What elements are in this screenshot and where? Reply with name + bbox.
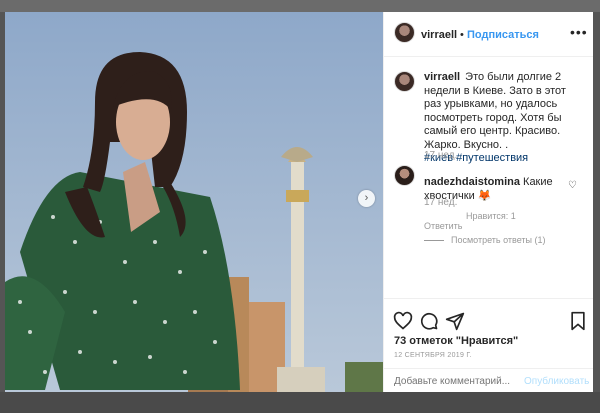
comment-icon[interactable]: [419, 311, 439, 331]
commenter-avatar[interactable]: [394, 165, 415, 186]
comment-like-icon[interactable]: ♡: [568, 180, 577, 191]
likes-count[interactable]: 73 отметок "Нравится": [394, 335, 518, 347]
post-photo[interactable]: ›: [5, 12, 383, 392]
author-avatar[interactable]: [394, 22, 415, 43]
post-modal: › virraell • Подписаться ••• virraell Эт…: [5, 12, 593, 392]
post-date: 12 СЕНТЯБРЯ 2019 Г.: [394, 352, 472, 359]
post-header: virraell • Подписаться •••: [384, 12, 593, 57]
follow-button[interactable]: Подписаться: [467, 29, 539, 41]
photo-scene: [5, 12, 383, 392]
author-username[interactable]: virraell: [421, 29, 457, 41]
background-top-strip: [0, 0, 600, 12]
add-comment-bar: Опубликовать: [384, 368, 593, 392]
separator-dot: •: [460, 29, 464, 41]
background-bottom-strip: [0, 392, 600, 413]
post-sidebar: virraell • Подписаться ••• virraell Это …: [383, 12, 593, 392]
replies-divider: [424, 240, 444, 242]
post-actions: 73 отметок "Нравится" 12 СЕНТЯБРЯ 2019 Г…: [384, 298, 593, 392]
paper-plane-icon[interactable]: [445, 311, 465, 331]
reply-button[interactable]: Ответить: [424, 221, 462, 231]
bookmark-icon[interactable]: [568, 311, 588, 331]
caption-username[interactable]: virraell: [424, 71, 460, 83]
comment-time[interactable]: 17 нед.: [424, 197, 457, 208]
view-replies-label: Посмотреть ответы (1): [451, 235, 546, 245]
next-photo-button[interactable]: ›: [358, 190, 375, 207]
caption-time[interactable]: 17 нед.: [424, 150, 457, 161]
commenter-username[interactable]: nadezhdaistomina: [424, 176, 520, 188]
view-replies-link[interactable]: Посмотреть ответы (1): [424, 235, 546, 245]
heart-icon[interactable]: [393, 311, 413, 331]
fox-emoji: 🦊: [477, 190, 492, 202]
comment-likes-count[interactable]: Нравится: 1: [466, 211, 516, 221]
add-comment-input[interactable]: [394, 376, 514, 387]
more-options-icon[interactable]: •••: [570, 24, 588, 40]
caption-avatar[interactable]: [394, 71, 415, 92]
hashtag-travel[interactable]: #путешествия: [456, 152, 528, 164]
publish-button[interactable]: Опубликовать: [524, 376, 589, 387]
